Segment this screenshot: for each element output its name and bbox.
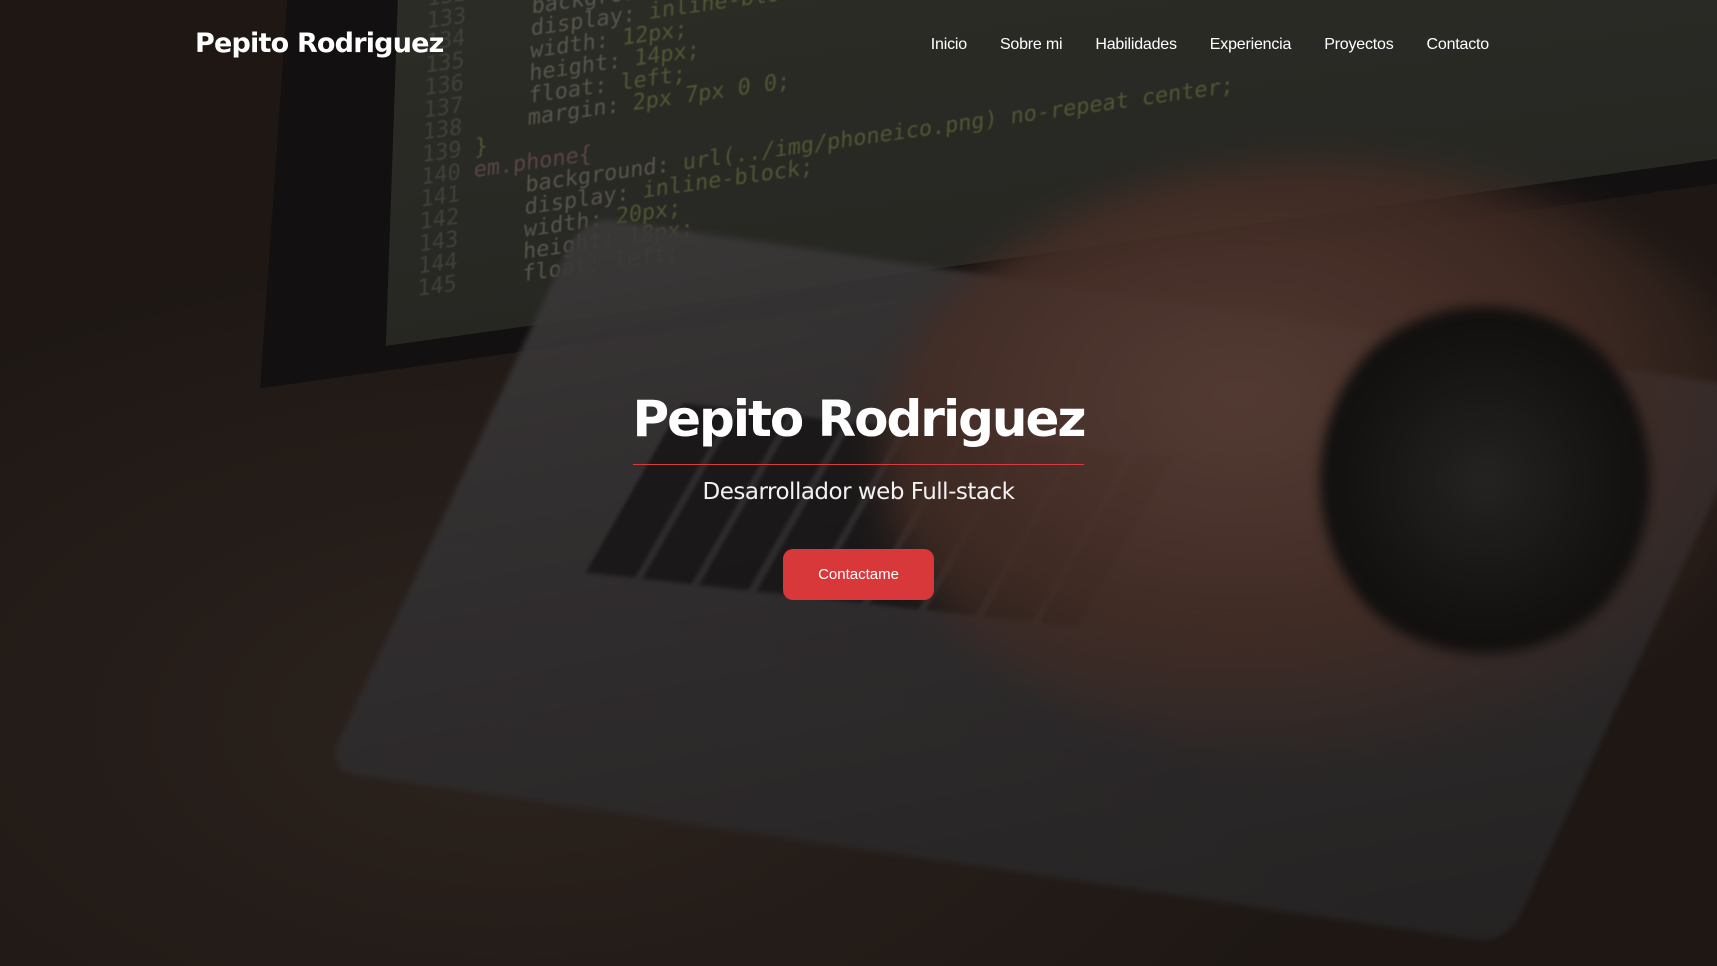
nav-link-experiencia[interactable]: Experiencia — [1210, 36, 1292, 53]
brand-logo-link[interactable]: Pepito Rodriguez — [195, 28, 444, 59]
nav-item-proyectos: Proyectos — [1324, 36, 1394, 54]
contact-cta-button[interactable]: Contactame — [783, 549, 934, 600]
nav-item-sobre-mi: Sobre mi — [1000, 36, 1063, 54]
top-navbar: Pepito Rodriguez Inicio Sobre mi Habilid… — [0, 0, 1717, 96]
nav-menu: Inicio Sobre mi Habilidades Experiencia … — [931, 36, 1489, 54]
nav-link-inicio[interactable]: Inicio — [931, 36, 967, 53]
hero-content: Pepito Rodriguez Desarrollador web Full-… — [0, 390, 1717, 600]
nav-item-inicio: Inicio — [931, 36, 967, 54]
nav-item-experiencia: Experiencia — [1210, 36, 1292, 54]
hero-subtitle: Desarrollador web Full-stack — [702, 479, 1015, 505]
nav-item-contacto: Contacto — [1427, 36, 1490, 54]
nav-link-habilidades[interactable]: Habilidades — [1095, 36, 1177, 53]
nav-link-contacto[interactable]: Contacto — [1427, 36, 1490, 53]
nav-link-sobre-mi[interactable]: Sobre mi — [1000, 36, 1063, 53]
hero-section: 131 132 em.mail{ 133 background: url(../… — [0, 0, 1717, 966]
nav-item-habilidades: Habilidades — [1095, 36, 1177, 54]
hero-title: Pepito Rodriguez — [632, 390, 1086, 465]
nav-link-proyectos[interactable]: Proyectos — [1324, 36, 1394, 53]
